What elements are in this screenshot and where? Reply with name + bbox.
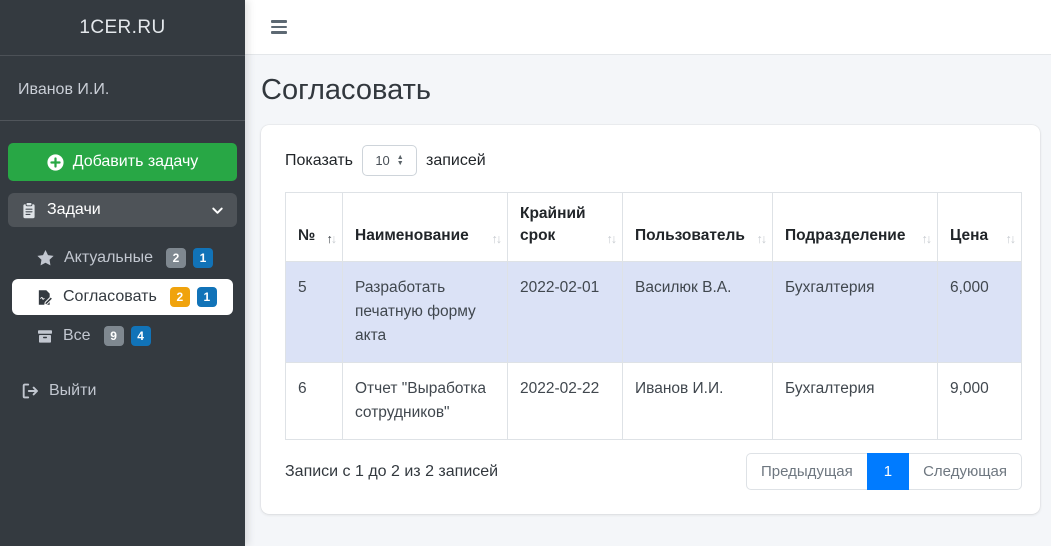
- content: Согласовать Показать 10 ▲▼ записей: [245, 55, 1051, 546]
- clipboard-icon: [21, 202, 37, 219]
- sidebar-item-actual[interactable]: Актуальные 2 1: [12, 240, 233, 276]
- sort-icon: ↑↓: [492, 230, 501, 248]
- cell-num: 5: [286, 261, 343, 362]
- top-navbar: [245, 0, 1051, 55]
- tasks-table: № ↑↓ Наименование ↑↓ Крайний срок ↑↓: [285, 192, 1022, 440]
- cell-user: Василюк В.А.: [623, 261, 773, 362]
- count-badge-gray: 9: [104, 326, 124, 346]
- chevron-down-icon: [211, 204, 224, 217]
- pagination-page-1-button[interactable]: 1: [867, 453, 909, 490]
- table-row[interactable]: 6 Отчет "Выработка сотрудников" 2022-02-…: [286, 362, 1022, 439]
- sidebar-item-tasks[interactable]: Задачи: [8, 193, 237, 227]
- add-task-label: Добавить задачу: [73, 153, 199, 171]
- select-arrows-icon: ▲▼: [397, 155, 404, 166]
- table-row[interactable]: 5 Разработать печатную форму акта 2022-0…: [286, 261, 1022, 362]
- cell-name: Отчет "Выработка сотрудников": [343, 362, 508, 439]
- sidebar-item-label: Все: [63, 327, 91, 345]
- column-header-department[interactable]: Подразделение ↑↓: [773, 193, 938, 262]
- brand-link[interactable]: 1CER.RU: [0, 0, 245, 56]
- star-icon: [36, 249, 55, 267]
- column-header-user[interactable]: Пользователь ↑↓: [623, 193, 773, 262]
- records-info: Записи с 1 до 2 из 2 записей: [285, 463, 498, 481]
- count-badge-gray: 2: [166, 248, 186, 268]
- column-header-price[interactable]: Цена ↑↓: [938, 193, 1022, 262]
- sidebar-item-label: Актуальные: [64, 249, 153, 267]
- cell-deadline: 2022-02-01: [508, 261, 623, 362]
- page-length-value: 10: [375, 153, 389, 168]
- sort-icon: ↑↓: [757, 230, 766, 248]
- pagination-next-button[interactable]: Следующая: [908, 453, 1022, 490]
- table-header-row: № ↑↓ Наименование ↑↓ Крайний срок ↑↓: [286, 193, 1022, 262]
- user-panel: Иванов И.И.: [0, 56, 245, 121]
- pagination-prev-button[interactable]: Предыдущая: [746, 453, 868, 490]
- archive-icon: [36, 328, 54, 344]
- count-badge-blue: 4: [131, 326, 151, 346]
- sidebar-item-label: Выйти: [49, 382, 96, 400]
- cell-price: 9,000: [938, 362, 1022, 439]
- sidebar-toggle-icon[interactable]: [269, 16, 289, 37]
- count-badge-blue: 1: [197, 287, 217, 307]
- cell-name: Разработать печатную форму акта: [343, 261, 508, 362]
- column-header-num[interactable]: № ↑↓: [286, 193, 343, 262]
- sidebar-item-logout[interactable]: Выйти: [8, 374, 237, 408]
- sign-out-icon: [21, 383, 39, 399]
- user-name: Иванов И.И.: [18, 81, 109, 98]
- sort-icon: ↑↓: [607, 230, 616, 248]
- sort-icon: ↑↓: [922, 230, 931, 248]
- cell-num: 6: [286, 362, 343, 439]
- cell-price: 6,000: [938, 261, 1022, 362]
- page-length-select[interactable]: 10 ▲▼: [362, 145, 417, 176]
- signature-icon: [36, 289, 54, 306]
- count-badge-blue: 1: [193, 248, 213, 268]
- records-label: записей: [426, 152, 486, 170]
- pagination: Предыдущая 1 Следующая: [746, 453, 1022, 490]
- column-header-name[interactable]: Наименование ↑↓: [343, 193, 508, 262]
- show-label: Показать: [285, 152, 353, 170]
- tasks-card: Показать 10 ▲▼ записей: [261, 125, 1040, 514]
- cell-user: Иванов И.И.: [623, 362, 773, 439]
- sidebar-item-approve[interactable]: Согласовать 2 1: [12, 279, 233, 315]
- plus-circle-icon: [47, 154, 64, 171]
- sidebar: 1CER.RU Иванов И.И. Добавить задачу Зада…: [0, 0, 245, 546]
- sidebar-item-label: Согласовать: [63, 288, 157, 306]
- cell-deadline: 2022-02-22: [508, 362, 623, 439]
- app-window: 1CER.RU Иванов И.И. Добавить задачу Зада…: [0, 0, 1051, 546]
- count-badge-orange: 2: [170, 287, 190, 307]
- sort-icon: ↑↓: [1006, 230, 1015, 248]
- table-footer: Записи с 1 до 2 из 2 записей Предыдущая …: [285, 453, 1022, 490]
- tasks-submenu: Актуальные 2 1 Согласовать 2 1: [0, 227, 245, 357]
- sidebar-item-label: Задачи: [47, 201, 101, 219]
- page-title: Согласовать: [261, 74, 1040, 107]
- add-task-button[interactable]: Добавить задачу: [8, 143, 237, 181]
- cell-department: Бухгалтерия: [773, 261, 938, 362]
- brand-title: 1CER.RU: [79, 17, 165, 39]
- sort-icon: ↑↓: [327, 230, 336, 248]
- column-header-deadline[interactable]: Крайний срок ↑↓: [508, 193, 623, 262]
- table-length-control: Показать 10 ▲▼ записей: [285, 145, 1022, 176]
- main-area: Согласовать Показать 10 ▲▼ записей: [245, 0, 1051, 546]
- cell-department: Бухгалтерия: [773, 362, 938, 439]
- sidebar-item-all[interactable]: Все 9 4: [12, 318, 233, 354]
